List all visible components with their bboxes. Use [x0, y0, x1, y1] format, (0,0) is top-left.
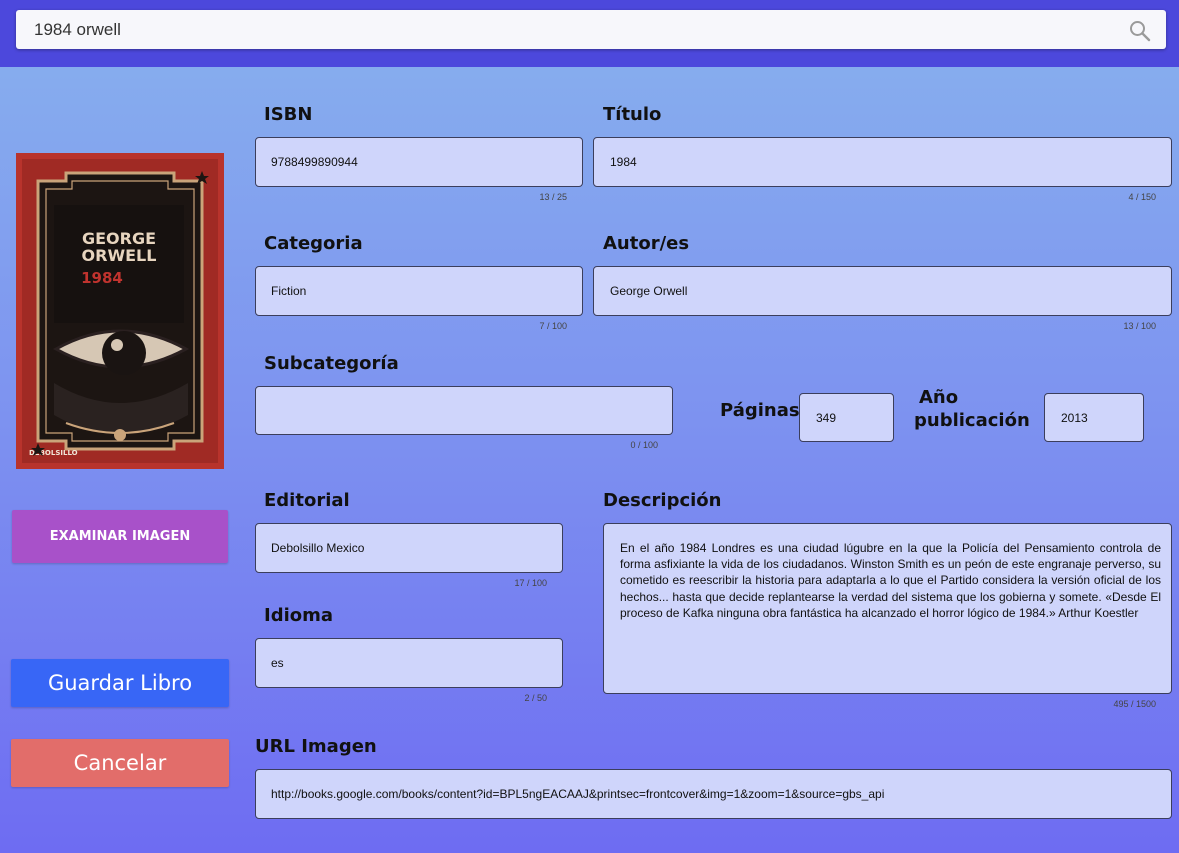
publisher-value[interactable]: Debolsillo Mexico — [271, 541, 364, 555]
description-label: Descripción — [603, 490, 722, 511]
author-label: Autor/es — [603, 233, 690, 254]
author-value[interactable]: George Orwell — [610, 284, 687, 298]
examine-image-button[interactable]: EXAMINAR IMAGEN — [12, 510, 228, 563]
top-bar: 1984 orwell — [0, 0, 1179, 67]
publisher-label: Editorial — [264, 490, 350, 511]
year-label-line2: publicación — [914, 410, 1030, 431]
isbn-value[interactable]: 9788499890944 — [271, 155, 358, 169]
search-icon[interactable] — [1128, 19, 1152, 43]
isbn-field[interactable]: 9788499890944 — [255, 137, 583, 187]
subcategory-counter: 0 / 100 — [630, 440, 658, 450]
category-counter: 7 / 100 — [539, 321, 567, 331]
save-book-button[interactable]: Guardar Libro — [11, 659, 229, 707]
title-label: Título — [603, 104, 662, 125]
cover-title: 1984 — [81, 269, 123, 287]
image-url-field[interactable]: http://books.google.com/books/content?id… — [255, 769, 1172, 819]
search-query[interactable]: 1984 orwell — [34, 20, 121, 40]
title-field[interactable]: 1984 — [593, 137, 1172, 187]
year-label-line1: Año — [919, 387, 959, 408]
pages-label: Páginas — [720, 400, 800, 421]
publisher-field[interactable]: Debolsillo Mexico — [255, 523, 563, 573]
book-cover-image: GEORGE ORWELL 1984 DEBOLSILLO — [16, 153, 224, 469]
isbn-counter: 13 / 25 — [539, 192, 567, 202]
cancel-button[interactable]: Cancelar — [11, 739, 229, 787]
year-field[interactable]: 2013 — [1044, 393, 1144, 442]
publisher-counter: 17 / 100 — [514, 578, 547, 588]
cover-author-line2: ORWELL — [82, 246, 157, 265]
subcategory-field[interactable] — [255, 386, 673, 435]
category-field[interactable]: Fiction — [255, 266, 583, 316]
author-field[interactable]: George Orwell — [593, 266, 1172, 316]
title-counter: 4 / 150 — [1128, 192, 1156, 202]
description-textarea[interactable]: En el año 1984 Londres es una ciudad lúg… — [603, 523, 1172, 694]
search-input[interactable]: 1984 orwell — [16, 10, 1166, 49]
category-label: Categoria — [264, 233, 363, 254]
category-value[interactable]: Fiction — [271, 284, 306, 298]
pages-field[interactable]: 349 — [799, 393, 894, 442]
description-counter: 495 / 1500 — [1113, 699, 1156, 709]
language-counter: 2 / 50 — [524, 693, 547, 703]
title-value[interactable]: 1984 — [610, 155, 637, 169]
image-url-value[interactable]: http://books.google.com/books/content?id… — [271, 787, 884, 801]
language-label: Idioma — [264, 605, 334, 626]
language-field[interactable]: es — [255, 638, 563, 688]
pages-value[interactable]: 349 — [816, 411, 836, 425]
year-value[interactable]: 2013 — [1061, 411, 1088, 425]
subcategory-label: Subcategoría — [264, 353, 399, 374]
image-url-label: URL Imagen — [255, 736, 377, 757]
isbn-label: ISBN — [264, 104, 313, 125]
author-counter: 13 / 100 — [1123, 321, 1156, 331]
language-value[interactable]: es — [271, 656, 284, 670]
description-value[interactable]: En el año 1984 Londres es una ciudad lúg… — [620, 540, 1161, 621]
